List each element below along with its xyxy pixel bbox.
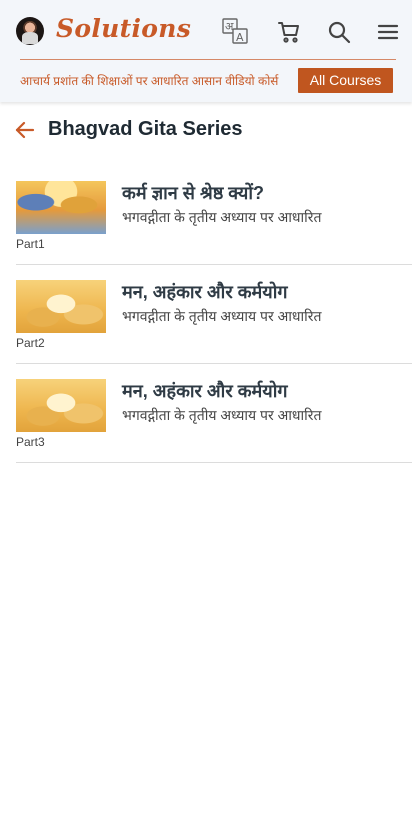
thumbnail-image[interactable] — [16, 379, 106, 432]
course-list: Part1 कर्म ज्ञान से श्रेष्ठ क्यों? भगवद्… — [16, 166, 412, 463]
part-label: Part2 — [16, 336, 45, 350]
item-subtitle: भगवद्गीता के तृतीय अध्याय पर आधारित — [122, 407, 322, 423]
tagline: आचार्य प्रशांत की शिक्षाओं पर आधारित आसा… — [20, 74, 279, 88]
cart-icon[interactable] — [276, 19, 302, 45]
item-title[interactable]: मन, अहंकार और कर्मयोग — [122, 379, 288, 403]
item-title[interactable]: मन, अहंकार और कर्मयोग — [122, 280, 288, 304]
app-header: Solutions अ A आचार्य प्रशांत की शिक्षाओं… — [0, 0, 412, 102]
list-item[interactable]: Part3 मन, अहंकार और कर्मयोग भगवद्गीता के… — [16, 364, 412, 463]
thumbnail-image[interactable] — [16, 280, 106, 333]
language-icon[interactable]: अ A — [222, 18, 248, 44]
part-label: Part1 — [16, 237, 45, 251]
back-arrow-icon[interactable] — [14, 120, 36, 140]
part-label: Part3 — [16, 435, 45, 449]
item-title[interactable]: कर्म ज्ञान से श्रेष्ठ क्यों? — [122, 181, 264, 205]
search-icon[interactable] — [326, 19, 352, 45]
page-title: Bhagvad Gita Series — [48, 118, 243, 140]
list-item[interactable]: Part2 मन, अहंकार और कर्मयोग भगवद्गीता के… — [16, 265, 412, 364]
item-subtitle: भगवद्गीता के तृतीय अध्याय पर आधारित — [122, 209, 322, 225]
thumbnail-image[interactable] — [16, 181, 106, 234]
logo-text[interactable]: Solutions — [56, 14, 191, 43]
item-subtitle: भगवद्गीता के तृतीय अध्याय पर आधारित — [122, 308, 322, 324]
list-item[interactable]: Part1 कर्म ज्ञान से श्रेष्ठ क्यों? भगवद्… — [16, 166, 412, 265]
all-courses-button[interactable]: All Courses — [298, 68, 393, 93]
avatar[interactable] — [16, 17, 44, 45]
menu-icon[interactable] — [375, 19, 401, 45]
header-divider — [20, 59, 396, 60]
svg-text:A: A — [236, 31, 244, 44]
